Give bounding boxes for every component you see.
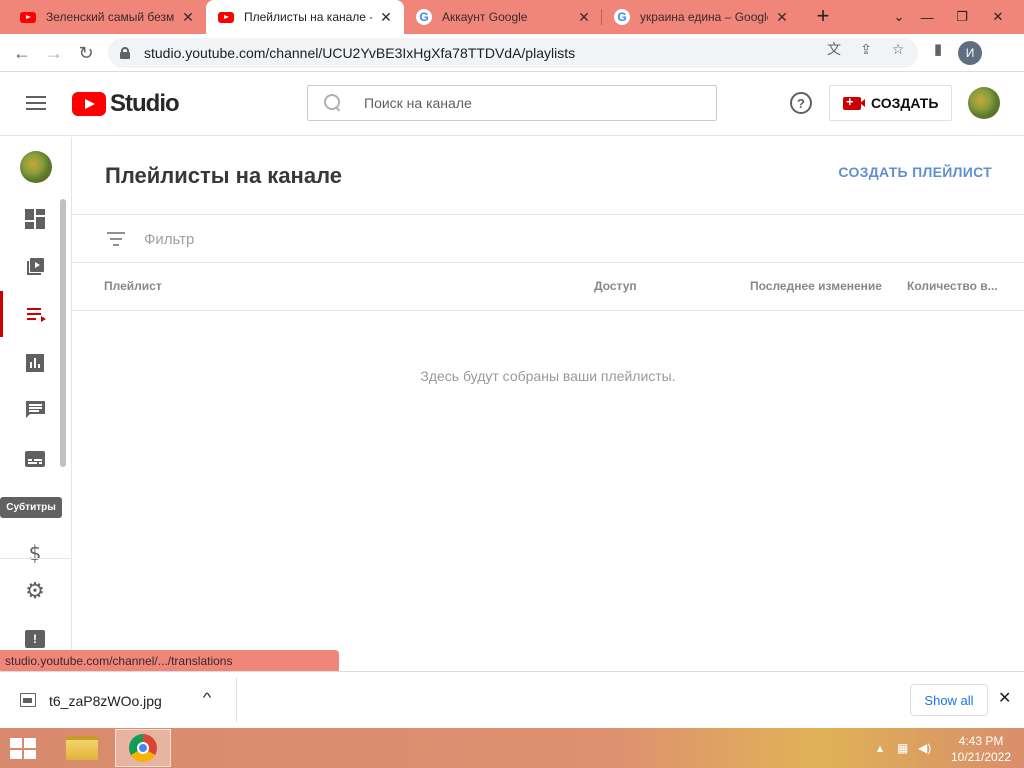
main-content: Плейлисты на канале СОЗДАТЬ ПЛЕЙЛИСТ Фил…	[72, 137, 1024, 671]
logo-text: Studio	[110, 90, 180, 117]
tab-google-account[interactable]: G Аккаунт Google ✕	[404, 0, 602, 34]
lock-icon	[120, 47, 130, 59]
channel-search-input[interactable]: Поиск на канале	[307, 85, 717, 121]
show-all-button[interactable]: Show all	[910, 684, 988, 716]
filter-placeholder: Фильтр	[144, 231, 195, 248]
close-icon[interactable]: ✕	[576, 9, 592, 25]
close-icon[interactable]: ✕	[378, 9, 394, 25]
account-avatar[interactable]	[968, 87, 1000, 119]
dollar-icon: $	[28, 541, 42, 565]
page-title: Плейлисты на канале	[105, 163, 342, 188]
reload-icon[interactable]: ↻	[72, 40, 100, 66]
share-icon[interactable]: ⇪	[856, 39, 876, 59]
create-playlist-button[interactable]: СОЗДАТЬ ПЛЕЙЛИСТ	[838, 164, 992, 180]
gear-icon: ⚙	[25, 578, 45, 604]
tooltip-subtitles: Субтитры	[0, 497, 62, 518]
tab-title: украина едина – Google	[640, 10, 768, 24]
dashboard-icon	[25, 209, 45, 229]
create-button[interactable]: СОЗДАТЬ	[829, 85, 952, 121]
back-icon[interactable]: ←	[8, 40, 36, 66]
address-bar[interactable]: studio.youtube.com/channel/UCU2YvBE3IxHg…	[108, 38, 918, 68]
close-icon[interactable]: ✕	[180, 9, 196, 25]
analytics-icon	[26, 354, 44, 372]
windows-start-icon[interactable]	[10, 738, 38, 760]
shelf-divider	[236, 678, 237, 722]
search-icon	[324, 94, 342, 112]
network-icon[interactable]: ▦	[897, 741, 908, 755]
browser-profile-avatar[interactable]: И	[958, 41, 982, 65]
playlist-icon	[26, 306, 47, 322]
browser-tab-strip: Зеленский самый безмо ✕ Плейлисты на кан…	[0, 0, 1024, 34]
youtube-logo-icon	[72, 92, 106, 116]
column-header-last-modified[interactable]: Последнее изменение	[750, 279, 882, 293]
bookmark-star-icon[interactable]: ☆	[888, 39, 908, 59]
tray-chevron-icon[interactable]: ▴	[877, 741, 883, 755]
url-text: studio.youtube.com/channel/UCU2YvBE3IxHg…	[144, 45, 576, 61]
tab-playlists[interactable]: Плейлисты на канале - Y ✕	[206, 0, 404, 34]
menu-icon[interactable]	[26, 96, 46, 110]
forward-icon[interactable]: →	[40, 40, 68, 66]
comment-icon	[25, 401, 45, 419]
search-placeholder: Поиск на канале	[364, 95, 472, 111]
column-header-access[interactable]: Доступ	[594, 279, 637, 293]
column-header-video-count[interactable]: Количество в...	[907, 279, 998, 293]
translate-icon[interactable]: 文	[824, 39, 844, 59]
chevron-up-icon[interactable]: ^	[203, 690, 212, 705]
sidebar: $ ⚙ ! Субтитры	[0, 137, 72, 671]
close-icon[interactable]: ✕	[998, 688, 1011, 708]
youtube-favicon-icon	[20, 9, 36, 25]
clock-time: 4:43 PM	[958, 734, 1004, 748]
google-favicon-icon: G	[416, 9, 432, 25]
download-file-name[interactable]: t6_zaP8zWOo.jpg	[49, 693, 162, 709]
sidebar-scrollbar[interactable]	[60, 199, 66, 467]
column-header-playlist[interactable]: Плейлист	[104, 279, 162, 293]
file-explorer-icon[interactable]	[54, 729, 110, 767]
restore-button[interactable]: ❐	[945, 0, 979, 34]
filter-icon	[107, 232, 125, 246]
sidebar-item-settings[interactable]: ⚙	[0, 568, 70, 614]
image-file-icon	[20, 693, 36, 707]
video-library-icon	[25, 257, 45, 277]
new-tab-button[interactable]: +	[810, 4, 836, 30]
tab-title: Плейлисты на канале - Y	[244, 10, 372, 24]
youtube-favicon-icon	[218, 9, 234, 25]
tab-title: Аккаунт Google	[442, 10, 528, 24]
feedback-icon: !	[25, 630, 45, 648]
download-shelf: t6_zaP8zWOo.jpg ^ Show all ✕	[0, 671, 1024, 728]
link-status-bubble: studio.youtube.com/channel/.../translati…	[0, 650, 339, 671]
table-header-divider	[72, 310, 1024, 311]
window-close-button[interactable]: ✕	[981, 0, 1015, 34]
create-label: СОЗДАТЬ	[871, 95, 939, 111]
channel-avatar[interactable]	[20, 151, 52, 183]
empty-state-message: Здесь будут собраны ваши плейлисты.	[420, 368, 676, 384]
sidebar-divider	[0, 558, 70, 559]
chrome-icon[interactable]	[115, 729, 171, 767]
help-icon[interactable]: ?	[790, 92, 812, 114]
minimize-button[interactable]: —	[910, 0, 944, 34]
windows-taskbar: ▴ ▦ ◀) 4:43 PM 10/21/2022	[0, 728, 1024, 768]
studio-header: Studio Поиск на канале ? СОЗДАТЬ	[0, 72, 1024, 136]
studio-logo[interactable]: Studio	[72, 90, 180, 118]
system-clock[interactable]: 4:43 PM 10/21/2022	[940, 733, 1022, 765]
subtitles-icon	[25, 451, 45, 467]
tab-ukraine-search[interactable]: G украина едина – Google ✕	[602, 0, 800, 34]
volume-icon[interactable]: ◀)	[918, 741, 931, 755]
google-favicon-icon: G	[614, 9, 630, 25]
tab-zelensky[interactable]: Зеленский самый безмо ✕	[8, 0, 206, 34]
clock-date: 10/21/2022	[950, 750, 1012, 764]
close-icon[interactable]: ✕	[774, 9, 790, 25]
tab-title: Зеленский самый безмо	[46, 10, 174, 24]
browser-toolbar: ← → ↻ studio.youtube.com/channel/UCU2YvB…	[0, 34, 1024, 72]
create-video-icon	[843, 94, 865, 110]
side-panel-icon[interactable]: ▮	[928, 39, 948, 59]
filter-bar[interactable]: Фильтр	[72, 214, 1024, 263]
